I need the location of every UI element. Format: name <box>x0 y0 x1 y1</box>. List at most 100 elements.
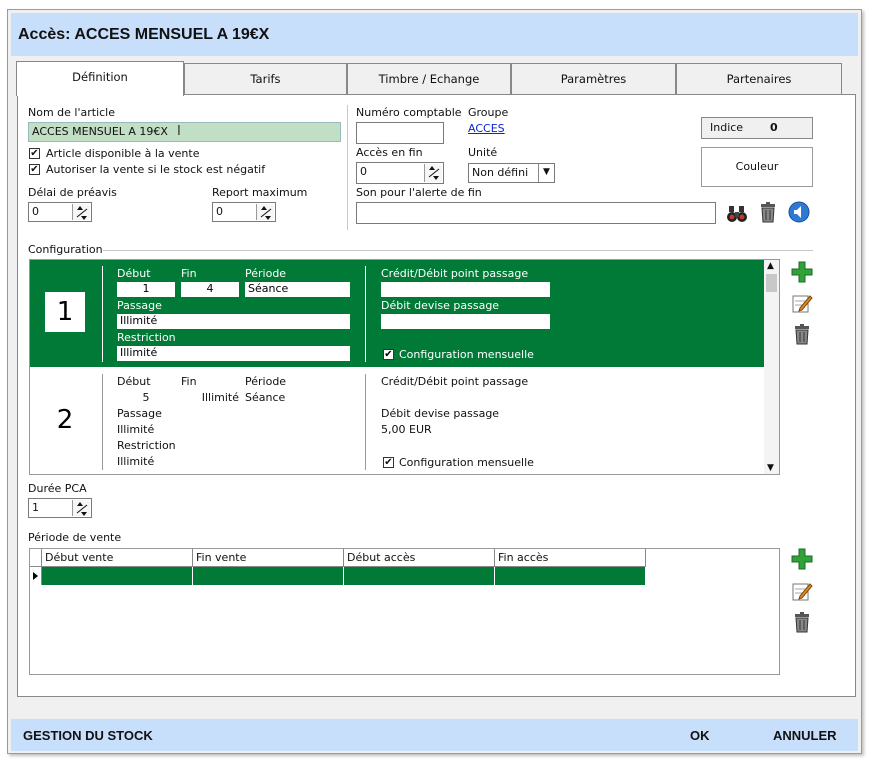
config-number: 1 <box>45 292 85 332</box>
stock-negatif-checkbox[interactable]: ✔ <box>29 164 40 175</box>
chevron-down-icon[interactable]: ▼ <box>767 463 774 473</box>
periode-vente-label: Période de vente <box>28 531 122 544</box>
debit-label: Débit devise passage <box>381 407 500 420</box>
mensuelle-label: Configuration mensuelle <box>399 348 534 361</box>
son-label: Son pour l'alerte de fin <box>356 186 482 199</box>
cancel-button[interactable]: ANNULER <box>773 728 837 743</box>
row-indicator[interactable] <box>30 567 42 585</box>
unite-select[interactable]: Non défini ▼ <box>468 163 555 183</box>
tab-definition[interactable]: Définition <box>16 61 184 96</box>
tab-timbre-echange[interactable]: Timbre / Echange <box>347 63 511 95</box>
mensuelle-checkbox[interactable]: ✔ <box>383 457 394 468</box>
dialog-window: Accès: ACCES MENSUEL A 19€X Définition T… <box>7 9 862 754</box>
text-cursor-icon: I <box>177 124 181 139</box>
spinner-icon[interactable] <box>72 500 90 516</box>
configuration-divider <box>103 250 813 251</box>
restriction-field[interactable]: Illimité <box>117 346 350 361</box>
fin-label: Fin <box>181 375 197 388</box>
row-divider <box>365 374 366 470</box>
dispo-label: Article disponible à la vente <box>46 147 200 160</box>
acces-fin-input[interactable]: 0 <box>356 162 444 184</box>
periode-value: Séance <box>245 391 286 404</box>
passage-field[interactable]: Illimité <box>117 314 350 329</box>
delai-label: Délai de préavis <box>28 186 117 199</box>
debit-field[interactable] <box>381 314 550 329</box>
trash-icon[interactable] <box>791 611 813 633</box>
chevron-down-icon[interactable]: ▼ <box>538 164 554 182</box>
stock-negatif-label: Autoriser la vente si le stock est négat… <box>46 163 266 176</box>
tab-partenaires[interactable]: Partenaires <box>676 63 842 95</box>
dispo-checkbox[interactable]: ✔ <box>29 148 40 159</box>
chevron-up-icon[interactable]: ▲ <box>767 261 774 271</box>
add-icon[interactable] <box>791 261 813 283</box>
col-debut-acces[interactable]: Début accès <box>344 549 495 567</box>
spinner-icon[interactable] <box>256 204 274 220</box>
row-divider <box>102 374 103 470</box>
mensuelle-checkbox[interactable]: ✔ <box>383 349 394 360</box>
debit-label: Débit devise passage <box>381 299 500 312</box>
report-label: Report maximum <box>212 186 308 199</box>
footer-bar: GESTION DU STOCK OK ANNULER <box>11 719 858 751</box>
periode-vente-grid: Début vente Fin vente Début accès Fin ac… <box>29 548 780 675</box>
add-icon[interactable] <box>791 548 813 570</box>
delai-value: 0 <box>32 205 39 218</box>
report-input[interactable]: 0 <box>212 202 276 222</box>
config-row-1[interactable]: 1 Début Fin Période 1 4 Séance Passage I… <box>30 260 766 367</box>
tab-parametres[interactable]: Paramètres supplémentaires <box>511 63 676 116</box>
trash-icon[interactable] <box>757 201 779 223</box>
acces-fin-value: 0 <box>360 165 367 178</box>
speaker-icon[interactable] <box>788 201 810 223</box>
configuration-list: 1 Début Fin Période 1 4 Séance Passage I… <box>29 259 780 475</box>
grid-cell[interactable] <box>495 567 646 585</box>
delai-input[interactable]: 0 <box>28 202 92 222</box>
scroll-thumb[interactable] <box>766 274 777 292</box>
couleur-button[interactable]: Couleur <box>701 147 813 187</box>
groupe-label: Groupe <box>468 106 509 119</box>
col-fin-acces[interactable]: Fin accès <box>495 549 646 567</box>
unite-value: Non défini <box>472 166 529 179</box>
spinner-icon[interactable] <box>72 204 90 220</box>
son-input[interactable] <box>356 202 716 224</box>
fin-field[interactable]: 4 <box>181 282 239 297</box>
edit-icon[interactable] <box>791 292 813 314</box>
periode-label: Période <box>245 267 287 280</box>
binoculars-icon[interactable] <box>726 203 748 225</box>
configuration-label: Configuration <box>28 243 103 256</box>
numero-label: Numéro comptable <box>356 106 462 119</box>
nom-input[interactable]: ACCES MENSUEL A 19€X I <box>28 122 341 142</box>
groupe-link[interactable]: ACCES <box>468 122 505 135</box>
grid-cell[interactable] <box>193 567 344 585</box>
ok-button[interactable]: OK <box>690 728 710 743</box>
row-divider <box>102 266 103 362</box>
unite-label: Unité <box>468 146 498 159</box>
row-pointer-icon <box>33 572 38 580</box>
restriction-label: Restriction <box>117 331 176 344</box>
duree-input[interactable]: 1 <box>28 498 92 518</box>
grid-cell[interactable] <box>42 567 193 585</box>
edit-icon[interactable] <box>791 580 813 602</box>
column-divider <box>347 105 348 230</box>
indice-label: Indice <box>710 121 744 134</box>
config-number: 2 <box>56 405 74 435</box>
title-bar: Accès: ACCES MENSUEL A 19€X <box>11 13 858 56</box>
config-row-2[interactable]: 2 Début Fin Période 5 Illimité Séance Pa… <box>30 368 766 474</box>
row-header-corner <box>30 549 42 567</box>
col-debut-vente[interactable]: Début vente <box>42 549 193 567</box>
trash-icon[interactable] <box>791 323 813 345</box>
nom-label: Nom de l'article <box>28 106 116 119</box>
debut-field[interactable]: 1 <box>117 282 175 297</box>
periode-field[interactable]: Séance <box>245 282 350 297</box>
config-scrollbar[interactable]: ▲ ▼ <box>764 260 779 474</box>
credit-field[interactable] <box>381 282 550 297</box>
restriction-value: Illimité <box>117 455 155 468</box>
numero-input[interactable] <box>356 122 444 144</box>
grid-cell[interactable] <box>344 567 495 585</box>
duree-value: 1 <box>32 501 39 514</box>
tab-tarifs[interactable]: Tarifs <box>184 63 347 95</box>
col-fin-vente[interactable]: Fin vente <box>193 549 344 567</box>
acces-fin-label: Accès en fin <box>356 146 423 159</box>
spinner-icon[interactable] <box>424 164 442 182</box>
passage-label: Passage <box>117 407 162 420</box>
debut-label: Début <box>117 267 151 280</box>
gestion-stock-button[interactable]: GESTION DU STOCK <box>23 728 153 743</box>
